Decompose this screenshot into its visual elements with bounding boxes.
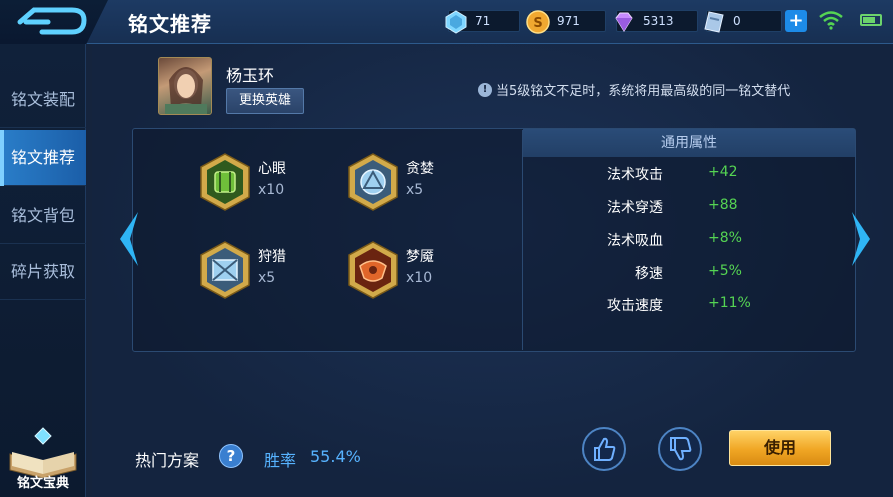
rune-count: x10	[406, 270, 433, 286]
hot-plan-label: 热门方案	[135, 451, 200, 470]
battery-icon	[860, 14, 882, 26]
red-rune-icon	[348, 241, 398, 299]
like-button[interactable]	[582, 427, 626, 471]
rune-name: 贪婪	[406, 161, 434, 177]
sidebar-item-rune-recommend[interactable]: 铭文推荐	[0, 130, 86, 186]
attribute-row: 法术攻击 +42	[523, 164, 855, 184]
purple-gem-icon	[615, 12, 633, 32]
codex-label: 铭文宝典	[16, 476, 69, 491]
attribute-row: 移速 +5%	[523, 263, 855, 283]
thumbs-down-icon	[670, 437, 692, 461]
svg-text:S: S	[533, 16, 542, 31]
voucher-counter: 0	[704, 10, 782, 33]
gold-counter: S 971	[526, 10, 606, 34]
rune-notice: ! 当5级铭文不足时，系统将用最高级的同一铭文替代	[478, 80, 790, 99]
rune-name: 狩猎	[258, 249, 286, 265]
info-icon: !	[478, 82, 492, 97]
rune-name: 心眼	[258, 161, 286, 177]
attribute-value: +42	[708, 164, 738, 180]
winrate-label: 胜率	[264, 451, 297, 470]
hero-name: 杨玉环	[226, 66, 275, 85]
next-arrow-icon[interactable]	[850, 210, 872, 268]
attribute-name: 法术吸血	[607, 233, 663, 249]
rune-count: x10	[258, 182, 285, 198]
dislike-button[interactable]	[658, 427, 702, 471]
attribute-name: 法术攻击	[607, 167, 663, 183]
attribute-row: 法术穿透 +88	[523, 197, 855, 217]
thumbs-up-icon	[594, 437, 616, 461]
sidebar-item-rune-equip[interactable]: 铭文装配	[0, 72, 86, 128]
add-currency-button[interactable]: +	[785, 10, 807, 32]
attribute-value: +11%	[708, 295, 751, 311]
rune-count: x5	[406, 182, 424, 198]
attribute-row: 攻击速度 +11%	[523, 295, 855, 315]
book-icon	[9, 427, 77, 479]
rune-item-tanlan[interactable]: 贪婪 x5	[346, 152, 496, 222]
attribute-row: 法术吸血 +8%	[523, 230, 855, 250]
diamond-value: 71	[475, 14, 491, 28]
voucher-value: 0	[733, 14, 741, 28]
use-button[interactable]: 使用	[729, 430, 831, 466]
gold-value: 971	[557, 14, 580, 28]
rune-item-mengyan[interactable]: 梦魇 x10	[346, 240, 496, 310]
attribute-value: +8%	[708, 230, 742, 246]
sidebar-item-rune-bag[interactable]: 铭文背包	[0, 188, 86, 244]
gem-value: 5313	[643, 14, 674, 28]
prev-arrow-icon[interactable]	[118, 210, 140, 268]
blue-rune-icon	[348, 153, 398, 211]
diamond-counter: 71	[445, 10, 520, 34]
sidebar: 铭文装配 铭文推荐 铭文背包 碎片获取 铭文宝典	[0, 44, 86, 497]
attribute-name: 攻击速度	[607, 298, 663, 314]
gold-coin-icon: S	[526, 10, 550, 34]
back-arrow-icon	[17, 7, 87, 35]
attributes-header: 通用属性	[523, 129, 855, 157]
attribute-name: 移速	[635, 266, 663, 282]
help-button[interactable]: ?	[219, 444, 243, 468]
notice-text: 当5级铭文不足时，系统将用最高级的同一铭文替代	[496, 84, 791, 99]
wifi-icon	[819, 11, 843, 30]
page-title: 铭文推荐	[128, 12, 212, 36]
attribute-value: +5%	[708, 263, 742, 279]
hero-portrait-icon	[165, 67, 207, 114]
top-bar: 铭文推荐 71 S 971 5313 0 +	[0, 0, 893, 44]
rune-item-shoulie[interactable]: 狩猎 x5	[198, 240, 348, 310]
rune-name: 梦魇	[406, 249, 434, 265]
attribute-value: +88	[708, 197, 738, 213]
diamond-icon	[445, 10, 467, 34]
blue-rune-icon	[200, 241, 250, 299]
sidebar-item-fragment[interactable]: 碎片获取	[0, 244, 86, 300]
change-hero-button[interactable]: 更换英雄	[226, 88, 304, 114]
gem-counter: 5313	[615, 10, 698, 32]
back-button[interactable]	[0, 0, 108, 44]
voucher-icon	[704, 11, 724, 33]
hero-avatar	[158, 57, 212, 115]
green-rune-icon	[200, 153, 250, 211]
winrate-value: 55.4%	[310, 447, 361, 466]
rune-count: x5	[258, 270, 276, 286]
rune-item-xinyan[interactable]: 心眼 x10	[198, 152, 348, 222]
attribute-name: 法术穿透	[607, 200, 663, 216]
